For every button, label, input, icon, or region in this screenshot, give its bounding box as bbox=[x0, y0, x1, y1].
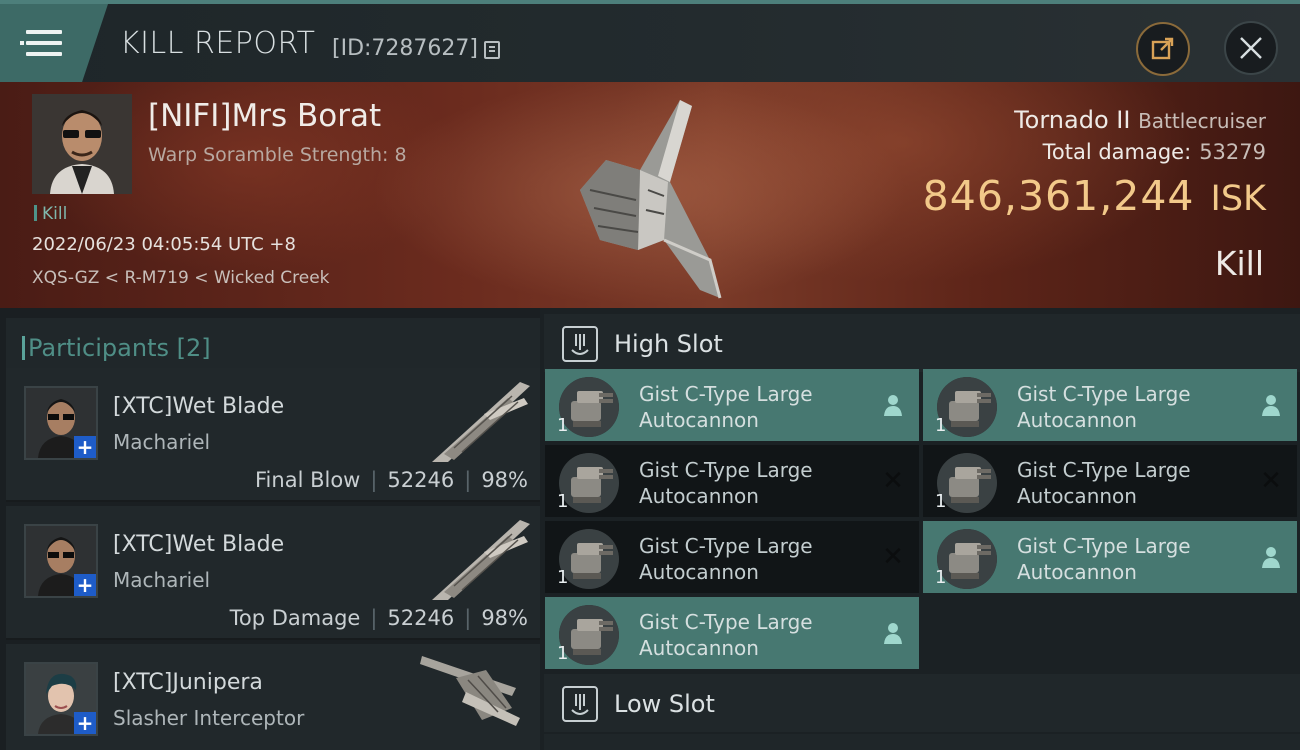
victim-name[interactable]: [NIFI]Mrs Borat bbox=[148, 98, 381, 134]
item-quantity: 1 bbox=[557, 491, 569, 512]
item-quantity: 1 bbox=[935, 567, 947, 588]
person-icon bbox=[1259, 393, 1283, 417]
ship-name-text: Tornado II bbox=[1014, 106, 1131, 134]
victim-avatar[interactable] bbox=[32, 94, 132, 194]
avatar[interactable]: + bbox=[24, 662, 98, 736]
person-icon bbox=[881, 393, 905, 417]
low-slot-header: Low Slot bbox=[544, 674, 1300, 732]
item-quantity: 1 bbox=[557, 643, 569, 664]
menu-button[interactable] bbox=[0, 4, 108, 82]
module-item[interactable]: 1 Gist C-Type Large Autocannon bbox=[923, 369, 1297, 441]
turret-slot-icon bbox=[562, 686, 598, 722]
module-item[interactable]: 1 Gist C-Type Large Autocannon bbox=[923, 521, 1297, 593]
close-button[interactable] bbox=[1224, 21, 1278, 75]
module-item[interactable]: 1 Gist C-Type Large Autocannon ✕ bbox=[923, 445, 1297, 517]
victim-ship-image[interactable] bbox=[560, 90, 740, 305]
plus-icon: + bbox=[74, 574, 96, 596]
person-icon bbox=[881, 621, 905, 645]
participant-role: Top Damage bbox=[229, 606, 361, 630]
item-name: Gist C-Type Large Autocannon bbox=[639, 534, 813, 584]
close-icon bbox=[1240, 37, 1262, 59]
participants-header: Participants [2] bbox=[6, 318, 540, 374]
item-quantity: 1 bbox=[935, 491, 947, 512]
low-slot-list bbox=[544, 734, 1300, 750]
x-icon: ✕ bbox=[882, 466, 904, 496]
share-icon bbox=[1151, 37, 1174, 60]
share-button[interactable] bbox=[1136, 22, 1190, 76]
participant-ship-image bbox=[432, 520, 530, 600]
participant-name[interactable]: [XTC]Junipera bbox=[113, 670, 263, 695]
avatar[interactable]: + bbox=[24, 524, 98, 598]
isk-unit: ISK bbox=[1210, 179, 1267, 219]
total-damage-value: 53279 bbox=[1199, 140, 1266, 164]
module-item[interactable]: 1 Gist C-Type Large Autocannon ✕ bbox=[545, 521, 919, 593]
participant-damage: 52246 bbox=[387, 468, 455, 492]
isk-value: 846,361,244 ISK bbox=[923, 172, 1266, 220]
high-slot-title: High Slot bbox=[614, 330, 723, 358]
participant-ship: Machariel bbox=[113, 568, 211, 592]
x-icon: ✕ bbox=[882, 542, 904, 572]
turret-slot-icon bbox=[562, 326, 598, 362]
kill-result: Kill bbox=[1214, 244, 1264, 283]
participant-name[interactable]: [XTC]Wet Blade bbox=[113, 394, 284, 419]
participants-panel: Participants [2] + [XTC]Wet Blade Machar… bbox=[0, 308, 540, 750]
page-title: KILL REPORT bbox=[120, 26, 316, 61]
participant-stats: Top Damage | 52246 | 98% bbox=[229, 606, 528, 630]
participant-row[interactable]: + [XTC]Wet Blade Machariel Top Damage | 52… bbox=[6, 506, 540, 640]
item-quantity: 1 bbox=[935, 415, 947, 436]
victim-ship-name[interactable]: Tornado II Battlecruiser bbox=[1014, 106, 1266, 134]
participant-percent: 98% bbox=[481, 468, 528, 492]
item-name: Gist C-Type Large Autocannon bbox=[639, 610, 813, 660]
isk-amount: 846,361,244 bbox=[922, 172, 1195, 220]
plus-icon: + bbox=[74, 712, 96, 734]
participant-row[interactable]: + [XTC]Junipera Slasher Interceptor bbox=[6, 644, 540, 750]
x-icon: ✕ bbox=[1260, 466, 1282, 496]
participant-ship: Machariel bbox=[113, 430, 211, 454]
avatar[interactable]: + bbox=[24, 386, 98, 460]
item-quantity: 1 bbox=[557, 567, 569, 588]
warp-strength: Warp Soramble Strength: 8 bbox=[148, 144, 407, 166]
participant-damage: 52246 bbox=[387, 606, 455, 630]
plus-icon: + bbox=[74, 436, 96, 458]
participant-stats: Final Blow | 52246 | 98% bbox=[255, 468, 528, 492]
module-item[interactable]: 1 Gist C-Type Large Autocannon bbox=[545, 369, 919, 441]
kill-location[interactable]: XQS-GZ < R-M719 < Wicked Creek bbox=[32, 268, 330, 288]
victim-banner: [NIFI]Mrs Borat Warp Soramble Strength: … bbox=[0, 82, 1300, 308]
kill-tag: Kill bbox=[34, 204, 67, 224]
report-id: [ID:7287627] bbox=[332, 36, 478, 61]
item-name: Gist C-Type Large Autocannon bbox=[639, 382, 813, 432]
participant-ship: Slasher Interceptor bbox=[113, 706, 305, 730]
menu-icon bbox=[20, 30, 62, 56]
item-name: Gist C-Type Large Autocannon bbox=[1017, 534, 1191, 584]
participant-percent: 98% bbox=[481, 606, 528, 630]
participant-ship-image bbox=[420, 656, 520, 726]
item-quantity: 1 bbox=[557, 415, 569, 436]
module-item[interactable]: 1 Gist C-Type Large Autocannon ✕ bbox=[545, 445, 919, 517]
participant-row[interactable]: + [XTC]Wet Blade Machariel Final Blow | 52… bbox=[6, 368, 540, 502]
module-item[interactable]: 1 Gist C-Type Large Autocannon bbox=[545, 597, 919, 669]
participant-name[interactable]: [XTC]Wet Blade bbox=[113, 532, 284, 557]
ship-class-text: Battlecruiser bbox=[1138, 109, 1266, 133]
participant-ship-image bbox=[432, 382, 530, 462]
fitting-panel: High Slot 1 Gist C-Type Large Autocannon 1… bbox=[540, 308, 1300, 750]
copy-icon[interactable] bbox=[484, 41, 500, 59]
item-name: Gist C-Type Large Autocannon bbox=[1017, 382, 1191, 432]
kill-timestamp: 2022/06/23 04:05:54 UTC +8 bbox=[32, 234, 296, 255]
high-slot-header: High Slot bbox=[544, 314, 1300, 372]
item-name: Gist C-Type Large Autocannon bbox=[639, 458, 813, 508]
person-icon bbox=[1259, 545, 1283, 569]
low-slot-title: Low Slot bbox=[614, 690, 715, 718]
top-bar: KILL REPORT [ID:7287627] bbox=[0, 0, 1300, 82]
total-damage: Total damage: 53279 bbox=[1043, 140, 1266, 164]
participant-role: Final Blow bbox=[255, 468, 361, 492]
participants-title: Participants [2] bbox=[22, 334, 211, 362]
total-damage-label: Total damage: bbox=[1042, 140, 1192, 164]
item-name: Gist C-Type Large Autocannon bbox=[1017, 458, 1191, 508]
